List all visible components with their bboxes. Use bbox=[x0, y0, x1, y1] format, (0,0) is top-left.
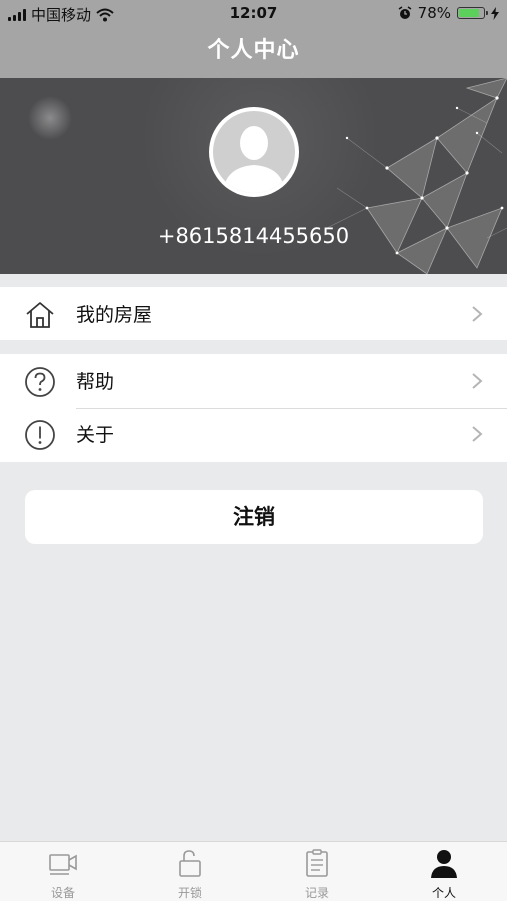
logout-button[interactable]: 注销 bbox=[25, 490, 483, 544]
phone-number: +8615814455650 bbox=[157, 224, 350, 248]
chevron-right-icon bbox=[472, 306, 483, 322]
menu-item-label: 我的房屋 bbox=[76, 304, 153, 326]
menu-group-house: 我的房屋 bbox=[0, 287, 507, 340]
menu-item-about[interactable]: 关于 bbox=[0, 407, 507, 460]
tab-profile[interactable]: 个人 bbox=[381, 842, 507, 901]
tab-label: 个人 bbox=[431, 886, 456, 900]
question-circle-icon bbox=[25, 367, 55, 397]
profile-header: +8615814455650 bbox=[0, 78, 507, 274]
clipboard-icon bbox=[306, 849, 328, 877]
tab-bar: 设备 开锁 记录 个人 bbox=[0, 841, 507, 901]
default-avatar-icon bbox=[213, 111, 295, 193]
battery-icon bbox=[457, 7, 488, 19]
tab-label: 设备 bbox=[50, 886, 75, 900]
menu-item-my-house[interactable]: 我的房屋 bbox=[0, 287, 507, 340]
exclamation-circle-icon bbox=[25, 420, 55, 450]
tab-records[interactable]: 记录 bbox=[254, 842, 380, 901]
status-bar: 中国移动 12:07 78% bbox=[0, 0, 507, 28]
unlock-icon bbox=[179, 850, 201, 877]
status-right: 78% bbox=[398, 4, 499, 22]
tab-unlock[interactable]: 开锁 bbox=[127, 842, 253, 901]
nav-bar: 个人中心 bbox=[0, 28, 507, 78]
house-icon bbox=[26, 302, 54, 328]
avatar[interactable] bbox=[209, 107, 299, 197]
menu-item-label: 帮助 bbox=[76, 371, 115, 393]
tab-devices[interactable]: 设备 bbox=[0, 842, 126, 901]
tab-label: 开锁 bbox=[177, 886, 202, 900]
menu-item-label: 关于 bbox=[76, 424, 115, 446]
battery-percent: 78% bbox=[417, 4, 451, 22]
charging-icon bbox=[491, 6, 499, 20]
tab-label: 记录 bbox=[304, 886, 329, 900]
camera-icon bbox=[49, 854, 77, 875]
chevron-right-icon bbox=[472, 426, 483, 442]
menu-group-info: 帮助 关于 bbox=[0, 354, 507, 462]
page-title: 个人中心 bbox=[207, 38, 300, 63]
alarm-icon bbox=[398, 6, 412, 19]
chevron-right-icon bbox=[472, 373, 483, 389]
person-icon bbox=[431, 850, 457, 878]
menu-item-help[interactable]: 帮助 bbox=[0, 354, 507, 407]
